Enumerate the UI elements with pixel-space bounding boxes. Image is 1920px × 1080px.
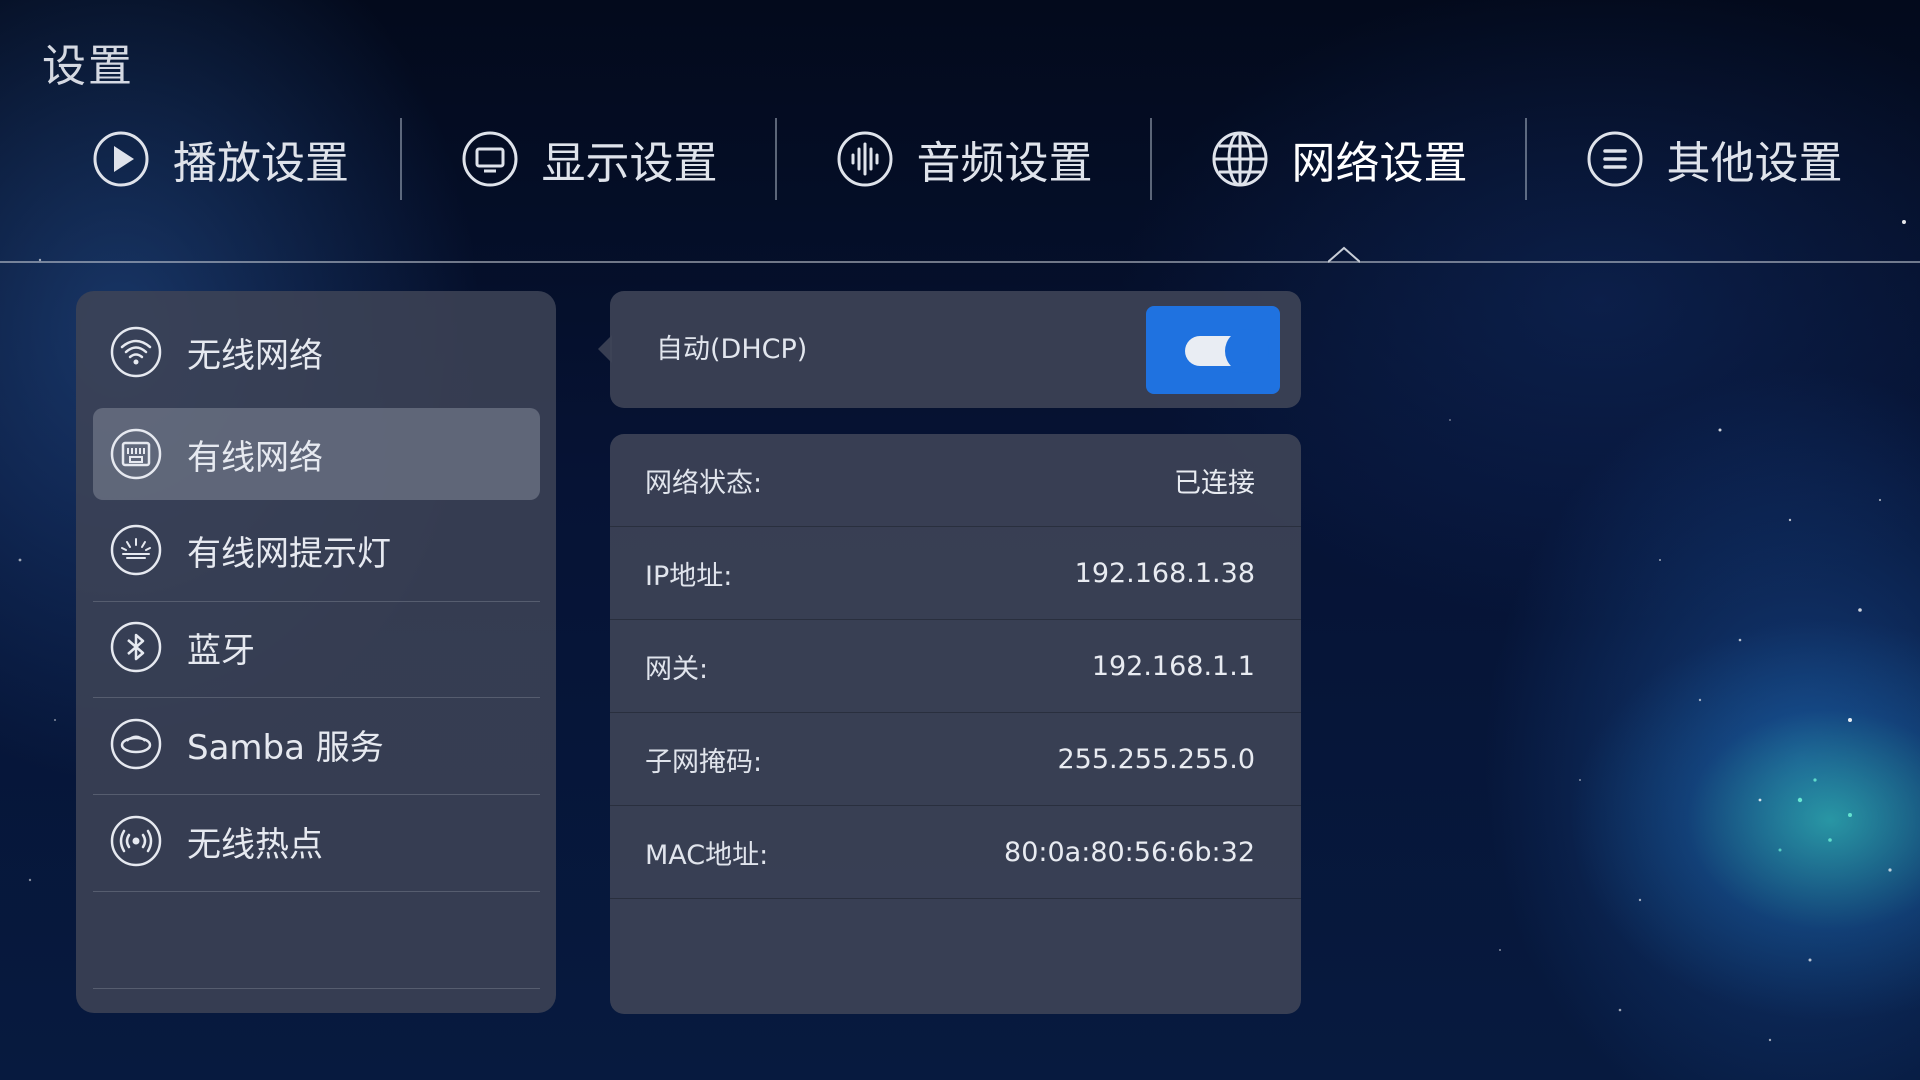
- info-label: IP地址:: [645, 560, 733, 592]
- tab-underline-divider: [0, 261, 1920, 263]
- tab-playback-settings[interactable]: 播放设置: [0, 118, 400, 200]
- info-row-gateway: 网关: 192.168.1.1: [610, 620, 1301, 713]
- sidebar-item-label: 无线热点: [187, 824, 323, 865]
- active-tab-caret-icon: [1328, 246, 1360, 263]
- tab-label: 网络设置: [1291, 138, 1468, 189]
- tab-label: 显示设置: [541, 138, 718, 189]
- sidebar-item-label: 蓝牙: [187, 630, 255, 671]
- sidebar-item-wired-network[interactable]: 有线网络: [93, 408, 540, 500]
- play-circle-icon: [91, 129, 151, 189]
- dhcp-card: 自动(DHCP): [598, 291, 1301, 408]
- sidebar-item-wired-indicator-light[interactable]: 有线网提示灯: [93, 504, 540, 596]
- wifi-icon: [109, 325, 163, 379]
- menu-lines-icon: [1585, 129, 1645, 189]
- info-label: 网络状态:: [645, 467, 763, 499]
- info-value: 192.168.1.1: [1091, 650, 1255, 682]
- tab-audio-settings[interactable]: 音频设置: [777, 118, 1150, 200]
- tab-display-settings[interactable]: 显示设置: [402, 118, 775, 200]
- info-value: 80:0a:80:56:6b:32: [1004, 836, 1255, 868]
- bluetooth-icon: [109, 620, 163, 674]
- sidebar-item-bluetooth[interactable]: 蓝牙: [93, 601, 540, 693]
- sidebar-item-samba-service[interactable]: Samba 服务: [93, 698, 540, 790]
- sidebar-item-label: Samba 服务: [187, 727, 384, 768]
- tab-network-settings[interactable]: 网络设置: [1152, 118, 1525, 200]
- sidebar-item-label: 有线网络: [187, 437, 323, 478]
- network-info-card: 网络状态: 已连接 IP地址: 192.168.1.38 网关: 192.168…: [610, 434, 1301, 1014]
- sidebar-item-label: 有线网提示灯: [187, 533, 391, 574]
- menu-divider: [93, 988, 540, 989]
- tab-label: 其他设置: [1666, 138, 1843, 189]
- focus-pointer-icon: [598, 335, 612, 363]
- info-row-ip-address: IP地址: 192.168.1.38: [610, 527, 1301, 620]
- sidebar-item-wifi[interactable]: 无线网络: [93, 306, 540, 398]
- info-label: MAC地址:: [645, 839, 769, 871]
- tab-other-settings[interactable]: 其他设置: [1527, 118, 1900, 200]
- tab-label: 播放设置: [173, 138, 349, 189]
- info-value: 192.168.1.38: [1074, 557, 1255, 589]
- tab-bar: 播放设置 显示设置 音频设置 网络设置 其他设置: [0, 118, 1920, 200]
- ethernet-port-icon: [109, 427, 163, 481]
- info-value: 已连接: [1174, 467, 1255, 499]
- info-label: 子网掩码:: [645, 746, 763, 778]
- info-value: 255.255.255.0: [1057, 743, 1255, 775]
- globe-icon: [1210, 129, 1270, 189]
- toggle-knob: [1225, 329, 1269, 373]
- info-label: 网关:: [645, 653, 709, 685]
- info-row-network-status: 网络状态: 已连接: [610, 434, 1301, 527]
- info-row-mac-address: MAC地址: 80:0a:80:56:6b:32: [610, 806, 1301, 899]
- samba-icon: [109, 717, 163, 771]
- network-sidebar: 无线网络 有线网络 有线网提示灯 蓝牙 Samba 服务 无线热点: [76, 291, 556, 1013]
- sidebar-item-hotspot[interactable]: 无线热点: [93, 795, 540, 887]
- indicator-light-icon: [109, 523, 163, 577]
- audio-wave-icon: [835, 129, 895, 189]
- hotspot-icon: [109, 814, 163, 868]
- tab-label: 音频设置: [916, 138, 1093, 189]
- info-row-subnet-mask: 子网掩码: 255.255.255.0: [610, 713, 1301, 806]
- dhcp-toggle[interactable]: [1146, 306, 1280, 394]
- sidebar-item-label: 无线网络: [187, 335, 323, 376]
- dhcp-label: 自动(DHCP): [656, 334, 808, 365]
- menu-divider: [93, 891, 540, 892]
- monitor-icon: [460, 129, 520, 189]
- page-title: 设置: [42, 41, 134, 92]
